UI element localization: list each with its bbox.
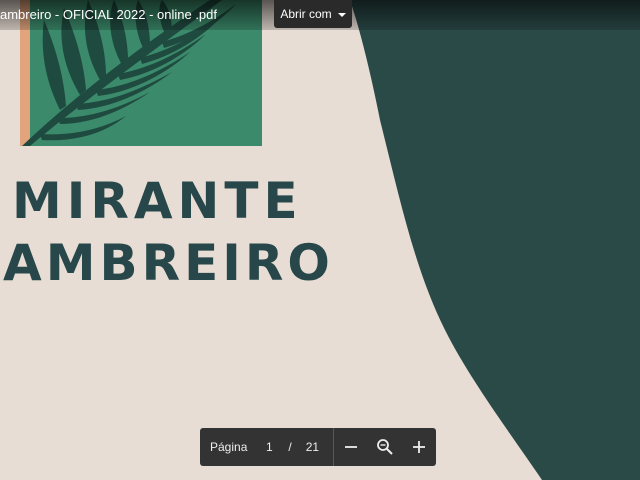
minus-icon: [345, 446, 358, 448]
page-separator: /: [288, 440, 292, 454]
cover-title-line-2: AMBREIRO: [3, 234, 334, 288]
current-page-input[interactable]: 1: [265, 440, 273, 454]
top-bar: ambreiro - OFICIAL 2022 - online .pdf Ab…: [0, 0, 640, 30]
cover-title: MIRANTE AMBREIRO: [0, 176, 340, 288]
page-label: Página: [210, 440, 248, 454]
magnifier-icon: [377, 439, 393, 455]
zoom-out-button[interactable]: [334, 428, 368, 466]
document-title: ambreiro - OFICIAL 2022 - online .pdf: [0, 7, 218, 22]
chevron-down-icon: [337, 13, 346, 17]
pdf-viewer: MIRANTE AMBREIRO ambreiro - OFICIAL 2022…: [0, 0, 640, 480]
cover-title-line-1: MIRANTE: [12, 176, 303, 230]
zoom-button[interactable]: [368, 428, 402, 466]
page-controls: Página 1 / 21: [200, 428, 436, 466]
plus-icon: [413, 441, 426, 453]
total-pages: 21: [305, 440, 320, 454]
zoom-in-button[interactable]: [402, 428, 436, 466]
open-with-button[interactable]: Abrir com: [274, 0, 352, 28]
open-with-label: Abrir com: [280, 7, 332, 21]
